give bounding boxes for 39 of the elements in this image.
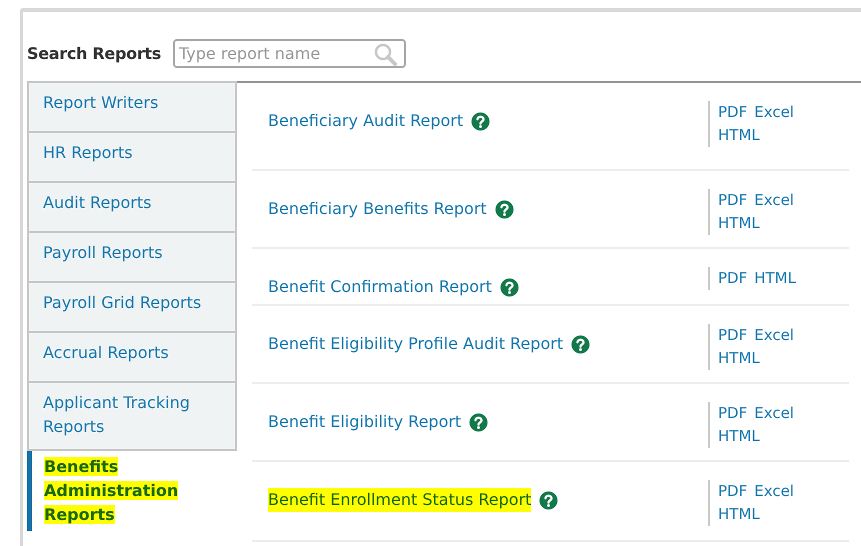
report-category-tab[interactable]: Payroll Grid Reports: [27, 283, 237, 333]
report-category-tab[interactable]: Audit Reports: [27, 183, 237, 233]
format-link[interactable]: PDF: [718, 101, 748, 124]
report-link[interactable]: Benefit Eligibility Profile Audit Report: [268, 332, 564, 356]
report-category-tab[interactable]: Payroll Reports: [27, 233, 237, 283]
format-link[interactable]: PDF: [718, 402, 748, 425]
format-link[interactable]: Excel: [754, 101, 794, 124]
report-link[interactable]: Benefit Eligibility Report: [268, 410, 462, 434]
help-icon[interactable]: [500, 278, 519, 296]
format-link[interactable]: Excel: [754, 480, 794, 503]
help-icon[interactable]: [469, 412, 488, 432]
format-link[interactable]: Excel: [754, 189, 794, 212]
search-field[interactable]: Type report name: [173, 39, 406, 68]
format-link[interactable]: HTML: [718, 347, 760, 370]
format-link[interactable]: PDF: [718, 324, 748, 347]
format-link[interactable]: Excel: [754, 324, 794, 347]
format-link[interactable]: PDF: [718, 189, 748, 212]
search-icon: [372, 42, 400, 66]
format-link[interactable]: PDF: [718, 480, 748, 503]
help-icon[interactable]: [471, 112, 490, 130]
format-link[interactable]: Excel: [754, 402, 794, 425]
report-category-tab[interactable]: Accrual Reports: [27, 333, 237, 383]
format-link[interactable]: HTML: [718, 212, 760, 235]
format-link[interactable]: HTML: [718, 503, 760, 526]
format-link[interactable]: PDF: [718, 267, 748, 290]
help-icon[interactable]: [494, 200, 514, 218]
help-icon[interactable]: [539, 490, 558, 510]
format-link[interactable]: HTML: [718, 425, 760, 448]
report-link[interactable]: Beneficiary Audit Report: [268, 109, 464, 133]
report-link[interactable]: Benefit Enrollment Status Report: [268, 488, 532, 512]
report-category-tab[interactable]: Report Writers: [27, 83, 237, 133]
format-link[interactable]: HTML: [718, 124, 760, 147]
report-link[interactable]: Benefit Confirmation Report: [268, 275, 492, 299]
report-link[interactable]: Beneficiary Benefits Report: [268, 197, 487, 221]
report-category-tab[interactable]: Applicant Tracking Reports: [27, 383, 237, 451]
search-label: Search Reports: [27, 42, 161, 64]
report-category-tab[interactable]: HR Reports: [27, 133, 237, 183]
format-link[interactable]: HTML: [754, 267, 796, 290]
help-icon[interactable]: [571, 334, 590, 354]
